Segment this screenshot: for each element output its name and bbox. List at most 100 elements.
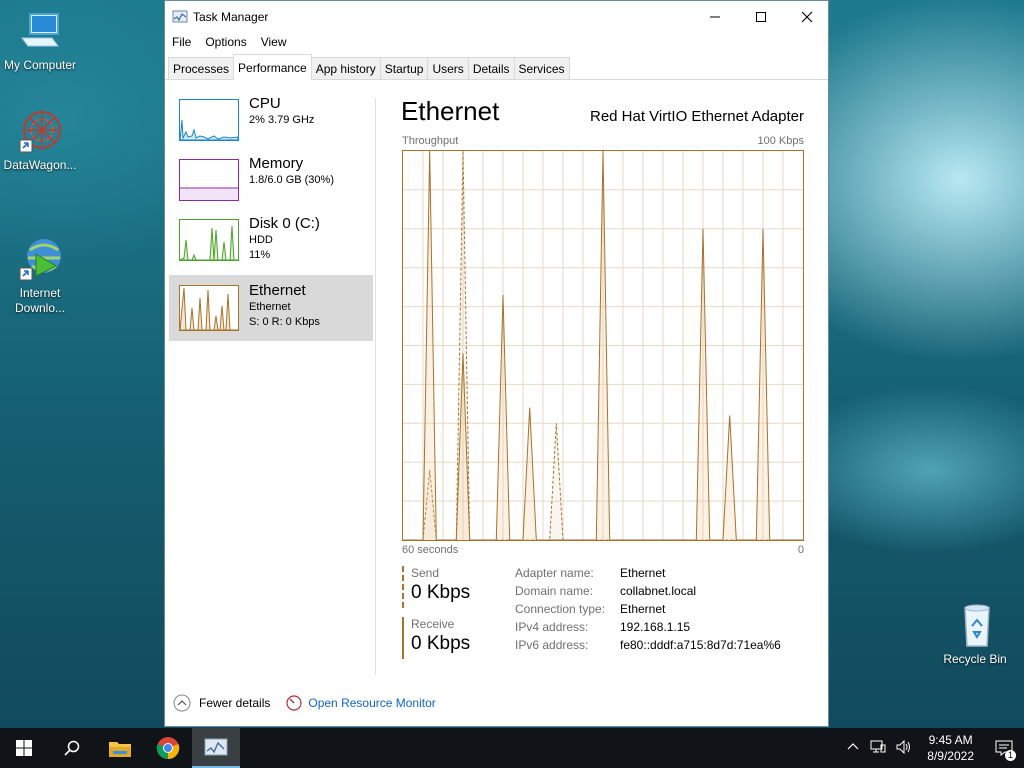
resource-monitor-icon (286, 695, 302, 711)
property-key: Domain name: (515, 584, 594, 598)
send-value: 0 Kbps (411, 582, 471, 603)
internet-download-shortcut[interactable]: Internet Downlo... (0, 206, 80, 331)
volume-icon[interactable] (891, 739, 917, 757)
clock-time: 9:45 AM (928, 733, 973, 747)
panel-title: Ethernet (401, 96, 500, 126)
time-axis-start: 60 seconds (402, 544, 459, 556)
window-title: Task Manager (193, 9, 269, 24)
close-button[interactable] (784, 1, 830, 32)
title-bar[interactable]: Task Manager (165, 1, 828, 32)
chrome-button[interactable] (144, 728, 192, 768)
tab-details[interactable]: Details (467, 57, 515, 79)
recycle-bin-icon (951, 602, 999, 650)
tab-processes[interactable]: Processes (168, 57, 235, 79)
sidebar-item-detail: S: 0 R: 0 Kbps (249, 316, 320, 328)
property-key: IPv6 address: (515, 638, 589, 652)
open-resource-monitor-label: Open Resource Monitor (308, 696, 436, 710)
panel-divider (375, 98, 376, 675)
tab-users[interactable]: Users (427, 57, 469, 79)
receive-value: 0 Kbps (411, 633, 471, 654)
sidebar-item-detail: 2% 3.79 GHz (249, 114, 315, 126)
performance-content: CPU 2% 3.79 GHz Memory 1.8/6.0 GB (30%) (165, 80, 828, 680)
throughput-chart (403, 151, 803, 540)
send-label: Send (411, 566, 440, 580)
recycle-bin-shortcut[interactable]: Recycle Bin (935, 602, 1015, 667)
my-computer-shortcut[interactable]: My Computer (0, 8, 80, 73)
receive-label: Receive (411, 617, 455, 631)
search-button[interactable] (48, 728, 96, 768)
desktop-icon-label: Internet Downlo... (14, 286, 66, 315)
sidebar-cpu-text: CPU 2% 3.79 GHz (249, 95, 314, 128)
sidebar-item-memory[interactable]: Memory 1.8/6.0 GB (30%) (169, 155, 373, 217)
footer-bar: Fewer details Open Resource Monitor (165, 690, 828, 716)
notification-count-badge: 1 (1005, 750, 1016, 761)
task-manager-taskbar-button[interactable] (192, 728, 240, 768)
taskbar-clock[interactable]: 9:45 AM 8/9/2022 (917, 732, 984, 764)
sidebar-item-cpu[interactable]: CPU 2% 3.79 GHz (169, 95, 373, 157)
task-manager-icon (172, 9, 188, 28)
task-manager-window: Task Manager File Options View Processes… (164, 0, 829, 727)
datawagon-shortcut[interactable]: DataWagon... (0, 108, 80, 173)
desktop-icon-label: My Computer (3, 58, 77, 72)
sidebar-item-name: Ethernet (249, 282, 306, 299)
clock-date: 8/9/2022 (927, 749, 974, 763)
property-key: IPv4 address: (515, 620, 589, 634)
send-metric: Send 0 Kbps (402, 566, 492, 608)
adapter-properties: Adapter name: Ethernet Domain name: collab… (515, 566, 781, 656)
property-row: IPv4 address: 192.168.1.15 (515, 620, 781, 638)
fewer-details-label: Fewer details (199, 696, 271, 710)
desktop-icon-label: Recycle Bin (943, 652, 1007, 666)
close-icon (801, 11, 813, 22)
sidebar-memory-text: Memory 1.8/6.0 GB (30%) (249, 155, 334, 188)
file-explorer-button[interactable] (96, 728, 144, 768)
throughput-graph (402, 150, 804, 541)
minimize-button[interactable] (692, 1, 738, 32)
disk-thumbnail (179, 219, 239, 261)
maximize-button[interactable] (738, 1, 784, 32)
throughput-label: Throughput (402, 135, 459, 147)
memory-thumbnail (179, 159, 239, 201)
sidebar-item-ethernet[interactable]: Ethernet Ethernet S: 0 R: 0 Kbps (169, 275, 373, 341)
time-axis-end: 0 (797, 544, 804, 556)
sidebar-item-disk[interactable]: Disk 0 (C:) HDD 11% (169, 215, 373, 277)
maximize-icon (756, 11, 766, 22)
chevron-up-icon (173, 694, 191, 712)
open-resource-monitor-link[interactable]: Open Resource Monitor (286, 695, 436, 711)
chevron-up-icon[interactable] (841, 741, 865, 756)
windows-logo-icon (16, 740, 32, 756)
property-value: 192.168.1.15 (620, 620, 691, 634)
tab-performance[interactable]: Performance (233, 54, 312, 80)
tab-services[interactable]: Services (513, 57, 570, 79)
cpu-thumbnail (179, 99, 239, 141)
chrome-icon (156, 737, 180, 760)
network-icon[interactable] (865, 740, 891, 757)
menu-options[interactable]: Options (205, 35, 246, 49)
start-button[interactable] (0, 728, 48, 768)
ethernet-thumbnail (179, 285, 239, 331)
property-value: fe80::dddf:a715:8d7d:71ea%6 (620, 638, 781, 652)
menu-view[interactable]: View (261, 35, 287, 49)
minimize-icon (710, 16, 720, 17)
sidebar-item-name: Memory (249, 155, 304, 172)
property-key: Adapter name: (515, 566, 594, 580)
sidebar-item-name: CPU (249, 95, 281, 112)
property-row: Adapter name: Ethernet (515, 566, 781, 584)
property-row: Domain name: collabnet.local (515, 584, 781, 602)
property-value: Ethernet (620, 602, 666, 616)
folder-icon (109, 742, 131, 757)
menu-bar: File Options View (165, 32, 828, 52)
receive-metric: Receive 0 Kbps (402, 617, 492, 659)
adapter-name: Red Hat VirtIO Ethernet Adapter (589, 108, 804, 125)
sidebar-item-detail: 11% (249, 249, 271, 261)
property-value: Ethernet (620, 566, 666, 580)
sidebar-ethernet-text: Ethernet Ethernet S: 0 R: 0 Kbps (249, 282, 320, 330)
tab-app-history[interactable]: App history (310, 57, 381, 79)
desktop-icon-label: DataWagon... (3, 158, 77, 172)
fewer-details-button[interactable]: Fewer details (173, 694, 270, 712)
notification-center-button[interactable]: 1 (984, 728, 1024, 768)
search-icon (64, 740, 80, 756)
menu-file[interactable]: File (172, 35, 191, 49)
tab-startup[interactable]: Startup (379, 57, 429, 79)
datawagon-icon (16, 108, 64, 156)
throughput-max: 100 Kbps (757, 135, 804, 147)
